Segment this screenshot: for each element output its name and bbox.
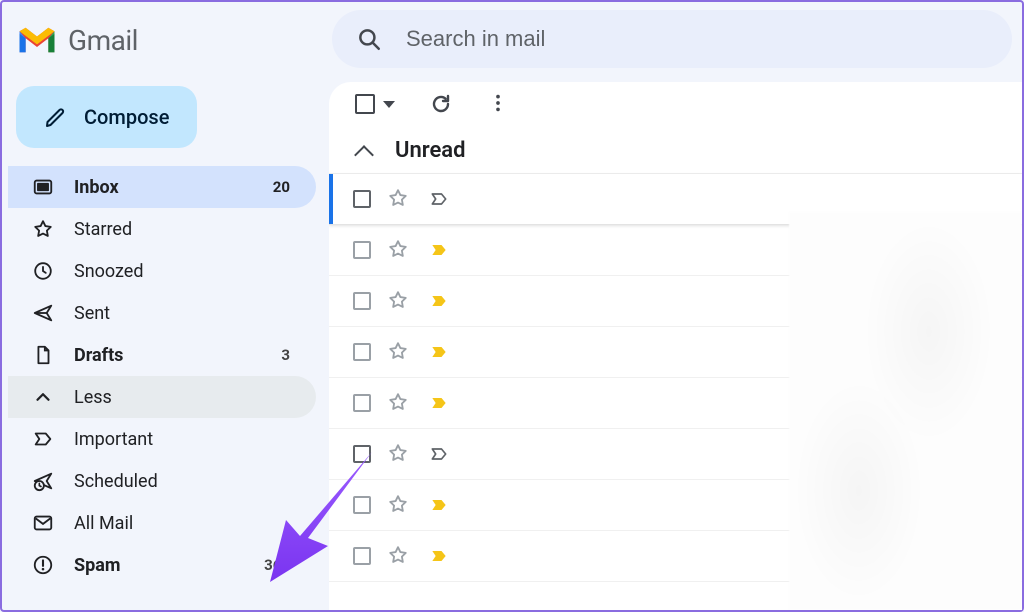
toolbar (329, 82, 1022, 124)
sidebar-item-count: 20 (273, 178, 290, 196)
sidebar-item-scheduled[interactable]: Scheduled (8, 460, 316, 502)
sidebar: Compose Inbox 20 Starred Snoozed Sent Drafts 3… (8, 86, 316, 586)
section-header[interactable]: Unread (329, 124, 1022, 173)
send-icon (32, 302, 54, 324)
pen-icon (44, 105, 68, 129)
brand-name: Gmail (68, 24, 138, 57)
refresh-button[interactable] (429, 92, 453, 116)
star-icon[interactable] (387, 442, 411, 466)
sidebar-item-drafts[interactable]: Drafts 3 (8, 334, 316, 376)
row-checkbox[interactable] (353, 343, 371, 361)
importance-marker-icon[interactable] (427, 393, 453, 413)
row-checkbox[interactable] (353, 496, 371, 514)
sidebar-item-label: Less (74, 387, 290, 408)
sidebar-item-snoozed[interactable]: Snoozed (8, 250, 316, 292)
importance-marker-icon[interactable] (427, 495, 453, 515)
row-checkbox[interactable] (353, 241, 371, 259)
mail-panel: Unread (329, 82, 1022, 610)
importance-marker-icon[interactable] (427, 546, 453, 566)
star-icon[interactable] (387, 544, 411, 568)
brand-area: Gmail (16, 16, 138, 64)
sidebar-item-label: Snoozed (74, 261, 290, 282)
sidebar-item-important[interactable]: Important (8, 418, 316, 460)
file-icon (32, 344, 54, 366)
section-label: Unread (395, 138, 466, 163)
star-icon[interactable] (387, 289, 411, 313)
compose-button[interactable]: Compose (16, 86, 197, 148)
row-checkbox[interactable] (353, 547, 371, 565)
star-icon[interactable] (387, 238, 411, 262)
tag-icon (32, 428, 54, 450)
clock-icon (32, 260, 54, 282)
search-icon[interactable] (356, 26, 382, 52)
row-checkbox[interactable] (353, 445, 371, 463)
star-icon (32, 218, 54, 240)
sidebar-item-all-mail[interactable]: All Mail (8, 502, 316, 544)
chevron-up-icon (32, 386, 54, 408)
sidebar-item-spam[interactable]: Spam 362 (8, 544, 316, 586)
star-icon[interactable] (387, 187, 411, 211)
row-checkbox[interactable] (353, 394, 371, 412)
sidebar-item-label: Important (74, 429, 290, 450)
importance-marker-icon[interactable] (427, 240, 453, 260)
sidebar-item-starred[interactable]: Starred (8, 208, 316, 250)
chevron-up-icon (355, 144, 377, 158)
blurred-content (789, 212, 1022, 610)
importance-marker-icon[interactable] (427, 189, 453, 209)
sidebar-item-label: Scheduled (74, 471, 290, 492)
importance-marker-icon[interactable] (427, 444, 453, 464)
checkbox-icon (355, 94, 375, 114)
mail-icon (32, 512, 54, 534)
inbox-icon (32, 176, 54, 198)
scheduled-icon (32, 470, 54, 492)
more-menu-button[interactable] (487, 92, 511, 116)
sidebar-item-label: Inbox (74, 177, 253, 198)
sidebar-item-inbox[interactable]: Inbox 20 (8, 166, 316, 208)
compose-label: Compose (84, 105, 169, 129)
row-checkbox[interactable] (353, 292, 371, 310)
sidebar-item-label: Drafts (74, 345, 261, 366)
sidebar-item-less[interactable]: Less (8, 376, 316, 418)
sidebar-item-label: Spam (74, 555, 244, 576)
gmail-logo-icon (16, 24, 58, 56)
sidebar-item-label: All Mail (74, 513, 290, 534)
spam-icon (32, 554, 54, 576)
star-icon[interactable] (387, 493, 411, 517)
select-all-checkbox[interactable] (355, 94, 395, 114)
star-icon[interactable] (387, 391, 411, 415)
sidebar-item-count: 3 (281, 346, 290, 364)
sidebar-nav: Inbox 20 Starred Snoozed Sent Drafts 3 Less Impo… (8, 166, 316, 586)
importance-marker-icon[interactable] (427, 342, 453, 362)
sidebar-item-label: Starred (74, 219, 290, 240)
sidebar-item-count: 362 (264, 556, 290, 574)
search-input[interactable] (404, 25, 988, 53)
star-icon[interactable] (387, 340, 411, 364)
sidebar-item-label: Sent (74, 303, 290, 324)
importance-marker-icon[interactable] (427, 291, 453, 311)
row-checkbox[interactable] (353, 190, 371, 208)
search-bar[interactable] (332, 10, 1012, 68)
chevron-down-icon[interactable] (383, 101, 395, 108)
sidebar-item-sent[interactable]: Sent (8, 292, 316, 334)
